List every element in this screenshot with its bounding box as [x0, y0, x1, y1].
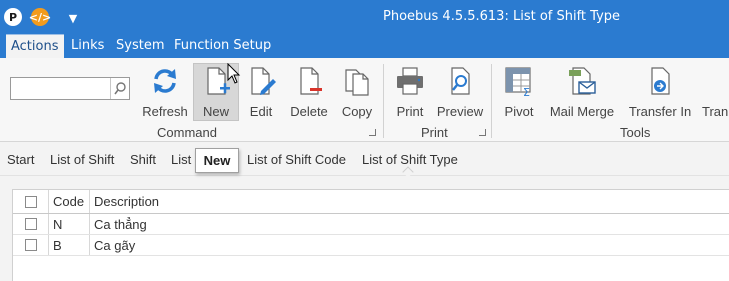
copy-label: Copy [341, 104, 373, 119]
menu-function-setup[interactable]: Function Setup [169, 34, 276, 58]
breadcrumb-list-of-shift-code[interactable]: List of Shift Code [247, 152, 346, 167]
ribbon: Refresh New Edit Delete Copy Command Pri… [0, 58, 729, 142]
code-cell: N [49, 214, 90, 234]
new-label: New [202, 104, 229, 119]
refresh-button[interactable]: Refresh [141, 64, 189, 120]
breadcrumb-start[interactable]: Start [7, 152, 34, 167]
command-launcher-icon[interactable] [369, 129, 376, 136]
mouse-pointer-icon [227, 63, 241, 84]
window-title: Phoebus 4.5.5.613: List of Shift Type [383, 9, 621, 24]
mail-merge-label: Mail Merge [549, 104, 615, 119]
transfer-in-icon [651, 67, 670, 95]
description-cell: Ca gãy [94, 237, 136, 253]
table-row[interactable]: B Ca gãy [13, 235, 729, 256]
print-label: Print [396, 104, 424, 119]
column-header-code[interactable]: Code [49, 190, 90, 213]
breadcrumb-list[interactable]: List [171, 152, 191, 167]
breadcrumb-list-of-shift[interactable]: List of Shift [50, 152, 114, 167]
group-separator [491, 64, 492, 138]
print-group-label: Print [421, 125, 448, 140]
phoebus-logo-icon[interactable]: P [4, 8, 22, 26]
search-box[interactable] [10, 77, 130, 100]
column-header-description[interactable]: Description [90, 190, 729, 213]
transfer-in-label: Transfer In [628, 104, 692, 119]
shift-type-grid: Code Description N Ca thẳng B Ca gãy [12, 189, 729, 281]
pivot-label: Pivot [504, 104, 534, 119]
delete-icon [300, 67, 322, 95]
code-cell: B [49, 235, 90, 255]
mail-merge-button[interactable]: Mail Merge [545, 64, 619, 120]
search-input[interactable] [11, 78, 111, 99]
delete-label: Delete [290, 104, 328, 119]
tools-group-label: Tools [620, 125, 651, 140]
description-cell: Ca thẳng [94, 216, 147, 232]
edit-label: Edit [249, 104, 273, 119]
select-all-cell[interactable] [13, 190, 49, 213]
code-icon[interactable]: </> [29, 8, 51, 26]
preview-button[interactable]: Preview [435, 64, 485, 120]
select-all-checkbox[interactable] [24, 195, 37, 208]
edit-button[interactable]: Edit [242, 64, 280, 120]
edit-icon [251, 67, 276, 95]
svg-text:Σ: Σ [523, 86, 530, 98]
breadcrumb-shift[interactable]: Shift [130, 152, 156, 167]
row-select-cell[interactable] [13, 235, 49, 255]
mail-merge-icon [569, 67, 596, 95]
new-button-tooltip: New [195, 148, 239, 173]
row-checkbox[interactable] [24, 239, 37, 251]
transfer-out-label: Tran [702, 104, 729, 119]
transfer-out-button[interactable]: Tran [702, 64, 729, 120]
menu-actions[interactable]: Actions [6, 34, 64, 58]
search-icon [114, 82, 126, 95]
row-checkbox[interactable] [24, 218, 37, 230]
pivot-button[interactable]: Σ Pivot [501, 64, 537, 120]
transfer-in-button[interactable]: Transfer In [625, 64, 695, 120]
search-button[interactable] [110, 78, 129, 99]
delete-button[interactable]: Delete [286, 64, 332, 120]
table-row[interactable]: N Ca thẳng [13, 214, 729, 235]
print-button[interactable]: Print [391, 64, 429, 120]
print-launcher-icon[interactable] [479, 129, 486, 136]
group-separator [383, 64, 384, 138]
refresh-label: Refresh [142, 104, 188, 119]
row-select-cell[interactable] [13, 214, 49, 234]
breadcrumb: Start List of Shift Shift List List of S… [0, 143, 729, 176]
quick-access-dropdown-icon[interactable]: ▼ [64, 9, 82, 27]
refresh-icon [154, 69, 176, 93]
transfer-out-icon [712, 64, 729, 98]
copy-button[interactable]: Copy [337, 64, 377, 120]
grid-header-row: Code Description [13, 190, 729, 214]
menu-system[interactable]: System [111, 34, 169, 58]
title-bar: P </> ▼ Phoebus 4.5.5.613: List of Shift… [0, 0, 729, 34]
preview-icon [451, 67, 470, 95]
command-group-label: Command [157, 125, 217, 140]
menu-links[interactable]: Links [66, 34, 109, 58]
printer-icon [397, 67, 423, 95]
preview-label: Preview [436, 104, 484, 119]
breadcrumb-list-of-shift-type[interactable]: List of Shift Type [362, 152, 458, 167]
menu-bar: Actions Links System Function Setup [0, 34, 729, 58]
copy-icon [345, 69, 369, 96]
pivot-icon: Σ [505, 67, 531, 98]
